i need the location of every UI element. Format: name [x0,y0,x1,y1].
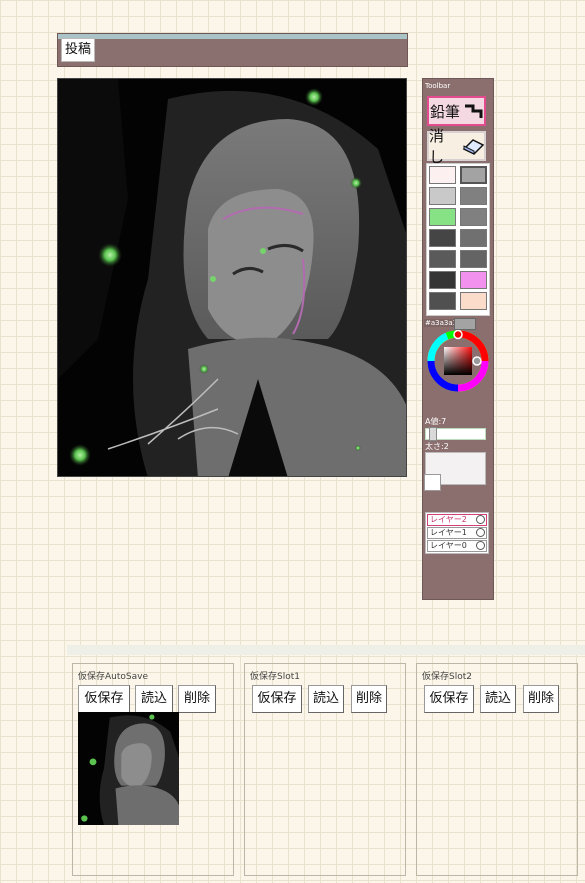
color-wheel-picker[interactable] [427,330,489,392]
temp-save-button[interactable]: 仮保存 [78,685,130,713]
autosave-thumbnail[interactable] [78,712,179,825]
palette-swatch[interactable] [460,208,487,226]
layer-name: レイヤー1 [430,528,467,537]
brush-size-thumb[interactable] [424,474,441,491]
thumbnail-artwork [78,712,179,825]
brush-size-label: 太さ:2 [425,442,449,451]
save-slot-autosave: 仮保存AutoSave 仮保存 読込 削除 [72,663,234,876]
brush-size-slider[interactable] [424,452,486,491]
layer-panel: レイヤー2 レイヤー1 レイヤー0 [425,512,489,554]
opacity-slider[interactable] [425,427,486,441]
save-slot-1: 仮保存Slot1 仮保存 読込 削除 [244,663,406,876]
eraser-tool-label: 消し [429,127,445,166]
color-palette [426,163,490,316]
post-button[interactable]: 投稿 [61,38,95,62]
layer-name: レイヤー2 [430,515,467,524]
palette-swatch[interactable] [460,229,487,247]
toolbar-title: Toolbar [425,82,451,90]
load-button[interactable]: 読込 [308,685,344,713]
palette-swatch[interactable] [429,166,456,184]
palette-swatch[interactable] [429,208,456,226]
header-stripe [58,34,407,39]
layer-visibility-icon[interactable] [476,541,485,550]
palette-swatch[interactable] [460,292,487,310]
layer-visibility-icon[interactable] [476,515,485,524]
slot-title: 仮保存AutoSave [78,672,148,682]
layer-row[interactable]: レイヤー0 [427,540,487,552]
canvas-artwork [58,79,406,476]
palette-swatch[interactable] [460,271,487,289]
opacity-slider-thumb[interactable] [429,427,437,441]
palette-swatch[interactable] [429,292,456,310]
load-button[interactable]: 読込 [480,685,516,713]
eraser-tool-button[interactable]: 消し [427,127,486,166]
layer-row[interactable]: レイヤー1 [427,527,487,539]
layer-row[interactable]: レイヤー2 [427,514,487,526]
pencil-tool-label: 鉛筆 [429,102,460,121]
delete-button[interactable]: 削除 [351,685,387,713]
palette-swatch[interactable] [429,271,456,289]
eraser-icon [462,139,484,155]
palette-swatch[interactable] [460,166,487,184]
palette-swatch[interactable] [460,187,487,205]
slot-title: 仮保存Slot1 [250,672,300,682]
palette-swatch[interactable] [460,250,487,268]
hue-handle[interactable] [453,330,463,340]
palette-swatch[interactable] [429,250,456,268]
palette-swatch[interactable] [429,187,456,205]
temp-save-button[interactable]: 仮保存 [252,685,302,713]
current-color-swatch [454,318,476,330]
pencil-icon [465,104,483,118]
slot-title: 仮保存Slot2 [422,672,472,682]
layer-name: レイヤー0 [430,541,467,550]
palette-swatch[interactable] [429,229,456,247]
save-slot-2: 仮保存Slot2 仮保存 読込 削除 [416,663,578,876]
toolbar-panel: Toolbar 鉛筆 消し #a3a3a3 A値:7 太さ:2 レイヤー2 レイ… [422,78,494,600]
delete-button[interactable]: 削除 [523,685,559,713]
delete-button[interactable]: 削除 [178,685,216,713]
saturation-handle[interactable] [472,356,482,366]
drawing-canvas[interactable] [57,78,407,477]
current-color-hex: #a3a3a3 [424,319,459,327]
opacity-label: A値:7 [425,417,447,426]
temp-save-button[interactable]: 仮保存 [424,685,474,713]
pencil-tool-button[interactable]: 鉛筆 [427,96,486,126]
header-bar: 投稿 [57,33,408,67]
save-section-divider [67,645,585,655]
load-button[interactable]: 読込 [135,685,173,713]
layer-visibility-icon[interactable] [476,528,485,537]
